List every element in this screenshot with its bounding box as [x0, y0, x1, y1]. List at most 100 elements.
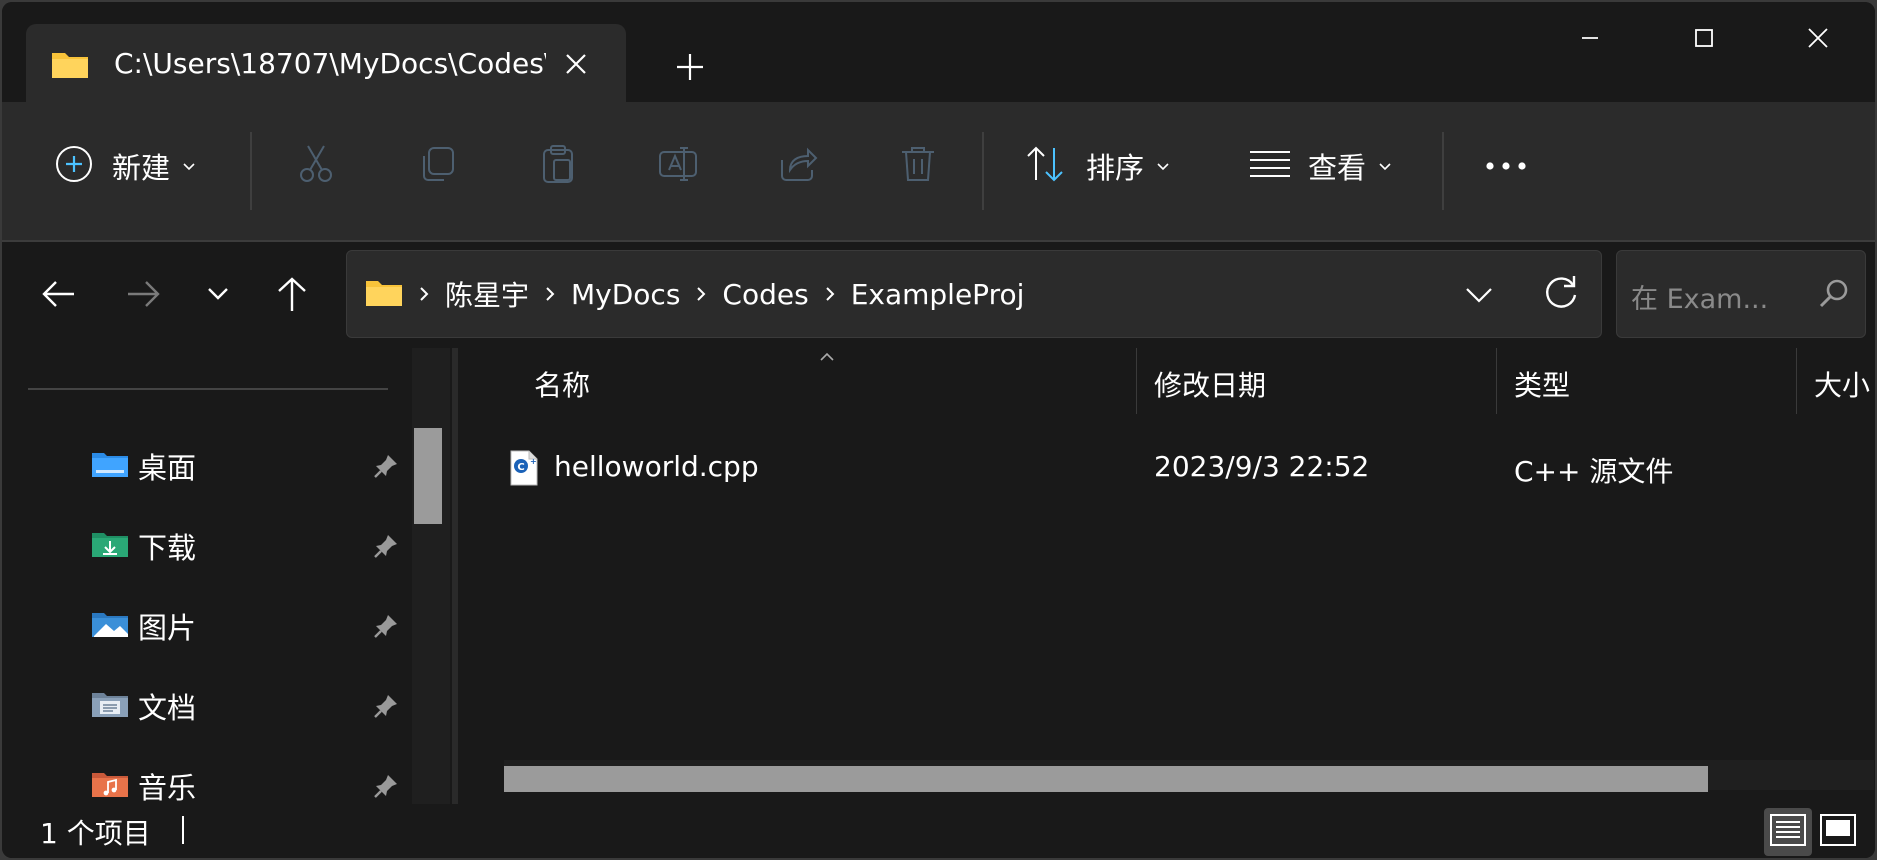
share-icon: [776, 142, 820, 190]
chevron-right-icon: [825, 286, 835, 302]
tab-current[interactable]: C:\Users\18707\MyDocs\Codes\ExampleProj: [26, 24, 626, 102]
sidebar-item-desktop[interactable]: 桌面: [90, 436, 420, 496]
view-label: 查看: [1308, 151, 1367, 185]
sort-label: 排序: [1086, 151, 1145, 185]
sidebar-item-label: 图片: [138, 611, 197, 645]
command-bar: 新建 排序 查看: [2, 102, 1875, 242]
rename-button[interactable]: [656, 134, 700, 198]
back-button[interactable]: [30, 268, 86, 324]
address-bar[interactable]: 陈星宇 MyDocs Codes ExampleProj: [346, 250, 1602, 338]
breadcrumb-item[interactable]: MyDocs: [571, 278, 680, 311]
refresh-icon[interactable]: [1537, 269, 1585, 317]
sidebar-scrollbar-thumb[interactable]: [414, 428, 442, 524]
delete-button[interactable]: [896, 134, 940, 198]
forward-button[interactable]: [116, 268, 172, 324]
file-modified: 2023/9/3 22:52: [1154, 450, 1370, 483]
pin-icon[interactable]: [372, 692, 400, 724]
breadcrumb: 陈星宇 MyDocs Codes ExampleProj: [365, 251, 1024, 337]
column-header-name[interactable]: 名称: [534, 364, 590, 404]
chevron-right-icon: [545, 286, 555, 302]
file-type: C++ 源文件: [1514, 455, 1674, 488]
copy-button[interactable]: [416, 134, 460, 198]
clipboard-icon: [536, 142, 580, 190]
chevron-down-icon: [182, 157, 196, 176]
sidebar-item-label: 下载: [138, 531, 197, 565]
close-tab-icon[interactable]: [556, 44, 596, 84]
sidebar-scrollbar[interactable]: [412, 348, 450, 804]
arrow-up-icon: [275, 275, 309, 317]
sidebar-item-label: 文档: [138, 691, 197, 725]
column-divider[interactable]: [1496, 348, 1497, 414]
new-label: 新建: [112, 151, 171, 185]
recent-locations-button[interactable]: [190, 268, 246, 324]
file-list: 名称 修改日期 类型 大小 C + helloworld.cpp 2023/9/3…: [458, 348, 1875, 804]
address-history-dropdown[interactable]: [1457, 273, 1501, 317]
view-button[interactable]: 查看: [1250, 134, 1392, 198]
documents-folder-icon: [90, 689, 130, 723]
minimize-button[interactable]: [1560, 16, 1620, 60]
pin-icon[interactable]: [372, 452, 400, 484]
more-dots-icon: [1484, 157, 1528, 176]
paste-button[interactable]: [536, 134, 580, 198]
more-options-button[interactable]: [1484, 134, 1528, 198]
pin-icon[interactable]: [372, 612, 400, 644]
details-view-button[interactable]: [1764, 808, 1812, 856]
column-header-modified[interactable]: 修改日期: [1154, 364, 1266, 404]
chevron-down-icon: [1156, 157, 1170, 176]
svg-text:C: C: [517, 462, 524, 473]
sidebar-item-downloads[interactable]: 下载: [90, 516, 420, 576]
share-button[interactable]: [776, 134, 820, 198]
chevron-down-icon: [206, 286, 230, 306]
sidebar-item-label: 音乐: [138, 771, 197, 805]
pin-icon[interactable]: [372, 532, 400, 564]
sort-caret-icon: [818, 348, 836, 367]
details-view-icon: [1770, 814, 1806, 850]
breadcrumb-item[interactable]: Codes: [722, 278, 808, 311]
new-tab-button[interactable]: [667, 44, 713, 90]
sidebar-item-pictures[interactable]: 图片: [90, 596, 420, 656]
chevron-right-icon: [419, 286, 429, 302]
column-divider[interactable]: [1796, 348, 1797, 414]
list-lines-icon: [1250, 148, 1290, 184]
sidebar-item-documents[interactable]: 文档: [90, 676, 420, 736]
status-bar: 1 个项目: [2, 804, 1875, 858]
breadcrumb-item[interactable]: ExampleProj: [851, 278, 1025, 311]
column-header-size[interactable]: 大小: [1814, 364, 1870, 404]
breadcrumb-item[interactable]: 陈星宇: [445, 274, 529, 314]
column-header-type[interactable]: 类型: [1514, 364, 1570, 404]
cut-button[interactable]: [294, 134, 338, 198]
folder-icon: [50, 48, 90, 84]
tiles-view-icon: [1820, 814, 1856, 850]
rename-icon: [656, 142, 700, 190]
item-count: 1 个项目: [40, 817, 151, 850]
navigation-bar: 陈星宇 MyDocs Codes ExampleProj 在 Exam...: [2, 242, 1875, 348]
title-bar: C:\Users\18707\MyDocs\Codes\ExampleProj: [2, 2, 1875, 102]
arrow-left-icon: [40, 278, 76, 314]
downloads-folder-icon: [90, 529, 130, 563]
music-folder-icon: [90, 769, 130, 803]
sort-arrows-icon: [1024, 144, 1068, 188]
folder-icon: [365, 277, 403, 311]
toolbar-divider: [982, 132, 984, 210]
sidebar-item-label: 桌面: [138, 451, 197, 485]
large-icons-view-button[interactable]: [1814, 808, 1862, 856]
up-button[interactable]: [264, 268, 320, 324]
column-divider[interactable]: [1136, 348, 1137, 414]
file-explorer-window: C:\Users\18707\MyDocs\Codes\ExampleProj …: [2, 2, 1875, 858]
search-box[interactable]: 在 Exam...: [1616, 250, 1866, 338]
toolbar-divider: [1442, 132, 1444, 210]
close-window-button[interactable]: [1788, 16, 1848, 60]
search-input[interactable]: 在 Exam...: [1631, 277, 1768, 316]
horizontal-scrollbar-thumb[interactable]: [504, 766, 1708, 792]
new-button[interactable]: 新建: [54, 134, 196, 198]
plus-circle-icon: [54, 144, 94, 188]
maximize-button[interactable]: [1674, 16, 1734, 60]
pin-icon[interactable]: [372, 772, 400, 804]
table-row[interactable]: C + helloworld.cpp 2023/9/3 22:52 C++ 源文件: [510, 438, 1870, 502]
navigation-pane: 桌面 下载 图片 文档 音乐: [2, 348, 450, 805]
arrow-right-icon: [126, 278, 162, 314]
copy-icon: [416, 142, 460, 190]
chevron-down-icon: [1378, 157, 1392, 176]
sort-button[interactable]: 排序: [1024, 134, 1170, 198]
tab-title: C:\Users\18707\MyDocs\Codes\ExampleProj: [114, 47, 546, 80]
